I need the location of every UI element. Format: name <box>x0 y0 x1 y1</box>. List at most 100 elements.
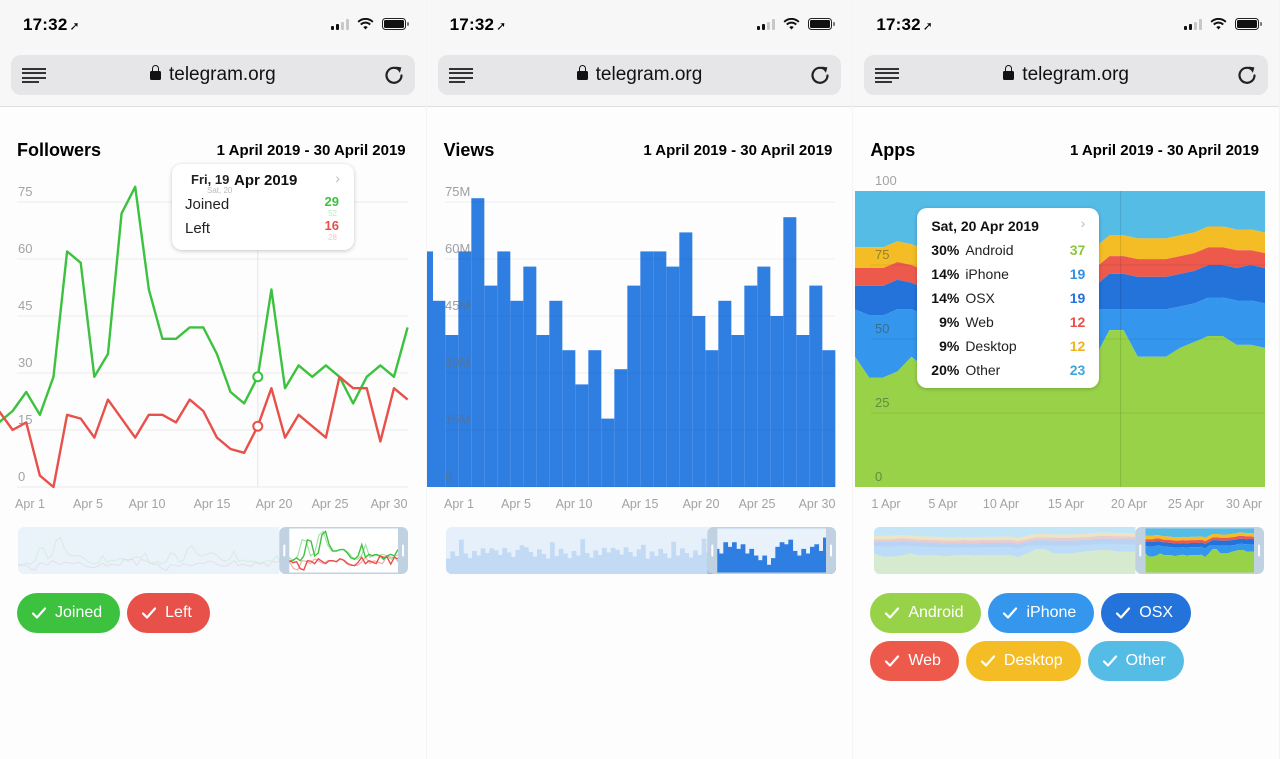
minimap-handle-left[interactable] <box>283 544 286 557</box>
toggle-android[interactable]: Android <box>870 593 982 633</box>
series-toggles: Joined Left <box>17 593 412 633</box>
minimap-bar <box>796 555 802 574</box>
url-text: telegram.org <box>168 64 276 85</box>
minimap-bar <box>779 542 785 574</box>
chart-area[interactable]: 0 15 30 45 60 75 Apr 1 Apr 5 Apr 10 Apr 15 Apr 20 A… <box>0 164 426 520</box>
y-tick-label: 45 <box>18 298 32 313</box>
reload-icon[interactable] <box>809 64 831 86</box>
minimap-handle-right[interactable] <box>1258 544 1261 557</box>
minimap-handle-right[interactable] <box>829 544 832 557</box>
bar[interactable] <box>535 335 549 487</box>
phone-followers: 17:32 ➚ telegram.org Followers 1 April 20… <box>0 0 427 759</box>
minimap-dim-left <box>874 527 1136 574</box>
bar[interactable] <box>561 350 575 487</box>
toggle-label: Other <box>1125 652 1166 669</box>
y-tick-label: 100 <box>875 173 897 188</box>
tooltip[interactable]: Sat, 20 Apr 2019 › 30% Android 37 14% iPho… <box>917 208 1100 388</box>
toggle-osx[interactable]: OSX <box>1101 593 1192 633</box>
address-bar[interactable]: telegram.org <box>864 55 1268 95</box>
tooltip-row-label: iPhone <box>965 266 1009 282</box>
url-display[interactable]: telegram.org <box>864 64 1268 86</box>
bar[interactable] <box>574 384 588 487</box>
checkmark-icon <box>1116 607 1131 619</box>
bar[interactable] <box>639 251 653 487</box>
status-icons <box>757 18 836 30</box>
bar[interactable] <box>704 350 718 487</box>
chart-svg[interactable]: 0 15M 30M 45M 60M 75M Apr 1 Apr 5 Apr 10 Apr 15 Ap… <box>426 170 853 520</box>
chart-area[interactable]: 0 25 50 75 100 1 Apr 5 Apr 10 Apr 15 Apr 20 Apr 25… <box>853 170 1279 520</box>
minimap-handle-left[interactable] <box>1139 544 1142 557</box>
tooltip-row-pct: 14% <box>931 266 960 282</box>
toggle-web[interactable]: Web <box>870 641 959 681</box>
bar[interactable] <box>756 266 770 487</box>
y-tick-label: 0 <box>445 469 452 484</box>
x-tick-label: Apr 1 <box>444 497 474 511</box>
url-display[interactable]: telegram.org <box>11 64 415 86</box>
minimap-dim-left <box>18 527 280 574</box>
toggle-iphone[interactable]: iPhone <box>988 593 1095 633</box>
toggle-desktop[interactable]: Desktop <box>965 641 1081 681</box>
bar[interactable] <box>782 217 796 487</box>
x-tick-label: 1 Apr <box>872 497 901 511</box>
tooltip-row-label: Desktop <box>965 338 1017 354</box>
tooltip-row-label: Android <box>965 242 1014 258</box>
chart-minimap[interactable] <box>874 527 1265 574</box>
x-tick-label: Apr 15 <box>621 497 658 511</box>
checkmark-icon <box>142 607 157 619</box>
bar[interactable] <box>522 266 536 487</box>
minimap-bar <box>735 548 741 574</box>
tooltip-row-value: 12 <box>1069 338 1086 354</box>
chart-area[interactable]: 0 15M 30M 45M 60M 75M Apr 1 Apr 5 Apr 10 Apr 15 Ap… <box>426 170 853 520</box>
wifi-icon <box>783 18 800 30</box>
url-display[interactable]: telegram.org <box>438 64 842 86</box>
bar[interactable] <box>821 350 835 487</box>
minimap-svg[interactable] <box>445 527 836 574</box>
bar[interactable] <box>600 418 614 487</box>
bar[interactable] <box>717 300 731 487</box>
chart-minimap[interactable] <box>18 527 408 574</box>
bar[interactable] <box>652 251 666 487</box>
battery-icon <box>808 18 836 30</box>
toggle-joined[interactable]: Joined <box>17 593 121 633</box>
x-tick-label: 10 Apr <box>983 497 1019 511</box>
minimap-svg[interactable] <box>18 527 408 574</box>
minimap-handle-right[interactable] <box>402 544 404 557</box>
bar[interactable] <box>496 251 510 487</box>
minimap-bar <box>805 553 811 574</box>
toggle-left[interactable]: Left <box>127 593 210 633</box>
series-toggles: Android iPhone OSX Web Desktop Other <box>870 593 1265 681</box>
status-time: 17:32 ➚ <box>876 15 933 35</box>
location-arrow-icon: ➚ <box>69 19 80 33</box>
toggle-other[interactable]: Other <box>1087 641 1184 681</box>
x-tick-label: Apr 5 <box>501 497 531 511</box>
bar[interactable] <box>426 251 433 487</box>
bar[interactable] <box>431 300 445 487</box>
bar[interactable] <box>691 316 705 487</box>
chart-minimap[interactable] <box>445 527 836 574</box>
address-bar[interactable]: telegram.org <box>11 55 415 95</box>
lock-icon <box>576 65 588 80</box>
url-text: telegram.org <box>1022 64 1129 85</box>
minimap-svg[interactable] <box>874 527 1265 574</box>
bar[interactable] <box>613 369 627 487</box>
bar[interactable] <box>795 335 809 487</box>
minimap-handle-left[interactable] <box>710 544 713 557</box>
bar[interactable] <box>548 300 562 487</box>
bar[interactable] <box>587 350 601 487</box>
address-bar[interactable]: telegram.org <box>437 55 842 95</box>
bar[interactable] <box>665 266 679 487</box>
signal-icon <box>330 18 349 30</box>
reload-icon[interactable] <box>1236 64 1258 86</box>
bar[interactable] <box>678 232 692 487</box>
bar[interactable] <box>509 300 523 487</box>
tooltip[interactable]: Fri, 19 Sat, 20 Apr 2019 › Joined 29 52 Le… <box>172 164 354 250</box>
reload-icon[interactable] <box>383 64 405 86</box>
y-tick-label: 45M <box>445 298 470 313</box>
bar[interactable] <box>730 335 744 487</box>
tooltip-row-value-next: 28 <box>328 233 337 242</box>
bar[interactable] <box>769 316 783 487</box>
checkmark-icon <box>1102 655 1117 667</box>
bar[interactable] <box>470 198 484 487</box>
minimap-bar <box>757 560 763 574</box>
x-tick-label: Apr 30 <box>798 497 835 511</box>
